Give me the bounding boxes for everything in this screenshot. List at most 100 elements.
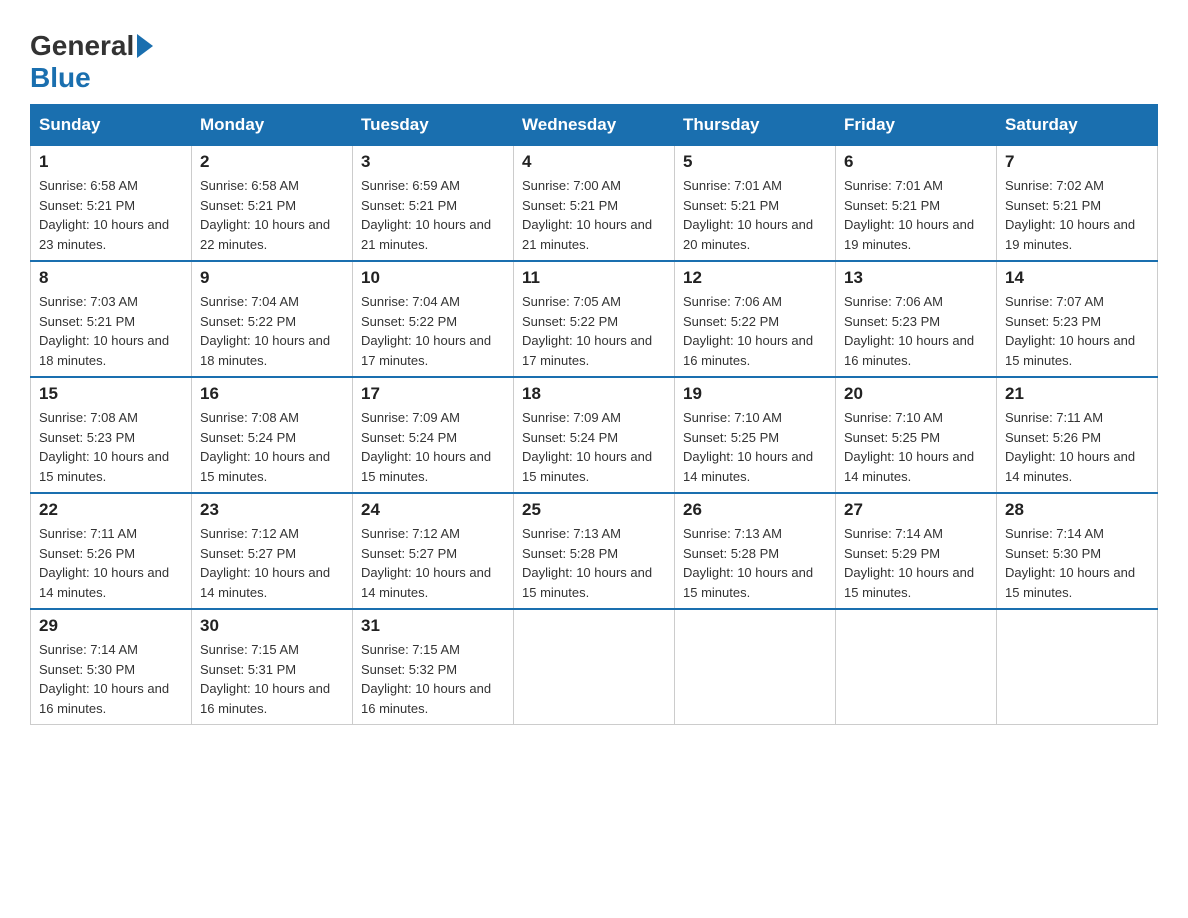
day-info: Sunrise: 7:02 AMSunset: 5:21 PMDaylight:… xyxy=(1005,176,1149,254)
logo-arrow-icon xyxy=(137,34,153,58)
day-info: Sunrise: 7:14 AMSunset: 5:29 PMDaylight:… xyxy=(844,524,988,602)
calendar-week-4: 22 Sunrise: 7:11 AMSunset: 5:26 PMDayligh… xyxy=(31,493,1158,609)
calendar-cell: 5 Sunrise: 7:01 AMSunset: 5:21 PMDaylight… xyxy=(675,146,836,262)
calendar-cell: 16 Sunrise: 7:08 AMSunset: 5:24 PMDayligh… xyxy=(192,377,353,493)
day-number: 29 xyxy=(39,616,183,636)
calendar-cell: 9 Sunrise: 7:04 AMSunset: 5:22 PMDaylight… xyxy=(192,261,353,377)
day-number: 13 xyxy=(844,268,988,288)
header-wednesday: Wednesday xyxy=(514,105,675,146)
day-number: 20 xyxy=(844,384,988,404)
day-info: Sunrise: 7:13 AMSunset: 5:28 PMDaylight:… xyxy=(522,524,666,602)
day-info: Sunrise: 7:09 AMSunset: 5:24 PMDaylight:… xyxy=(522,408,666,486)
calendar-cell: 28 Sunrise: 7:14 AMSunset: 5:30 PMDayligh… xyxy=(997,493,1158,609)
header-thursday: Thursday xyxy=(675,105,836,146)
day-info: Sunrise: 6:58 AMSunset: 5:21 PMDaylight:… xyxy=(200,176,344,254)
day-info: Sunrise: 7:08 AMSunset: 5:23 PMDaylight:… xyxy=(39,408,183,486)
day-number: 11 xyxy=(522,268,666,288)
day-number: 8 xyxy=(39,268,183,288)
day-number: 15 xyxy=(39,384,183,404)
day-number: 23 xyxy=(200,500,344,520)
calendar-cell xyxy=(514,609,675,725)
day-number: 4 xyxy=(522,152,666,172)
day-number: 28 xyxy=(1005,500,1149,520)
calendar-cell: 25 Sunrise: 7:13 AMSunset: 5:28 PMDayligh… xyxy=(514,493,675,609)
day-info: Sunrise: 7:13 AMSunset: 5:28 PMDaylight:… xyxy=(683,524,827,602)
calendar-cell: 6Sunrise: 7:01 AMSunset: 5:21 PMDaylight… xyxy=(836,146,997,262)
day-number: 9 xyxy=(200,268,344,288)
page-header: General Blue xyxy=(30,20,1158,94)
calendar-cell: 17 Sunrise: 7:09 AMSunset: 5:24 PMDayligh… xyxy=(353,377,514,493)
header-sunday: Sunday xyxy=(31,105,192,146)
day-info: Sunrise: 7:06 AMSunset: 5:22 PMDaylight:… xyxy=(683,292,827,370)
day-info: Sunrise: 7:12 AMSunset: 5:27 PMDaylight:… xyxy=(361,524,505,602)
calendar-cell: 14 Sunrise: 7:07 AMSunset: 5:23 PMDayligh… xyxy=(997,261,1158,377)
day-info: Sunrise: 7:05 AMSunset: 5:22 PMDaylight:… xyxy=(522,292,666,370)
calendar-cell: 12 Sunrise: 7:06 AMSunset: 5:22 PMDayligh… xyxy=(675,261,836,377)
day-number: 17 xyxy=(361,384,505,404)
calendar-cell: 24 Sunrise: 7:12 AMSunset: 5:27 PMDayligh… xyxy=(353,493,514,609)
day-info: Sunrise: 7:04 AMSunset: 5:22 PMDaylight:… xyxy=(200,292,344,370)
day-number: 25 xyxy=(522,500,666,520)
calendar-week-2: 8Sunrise: 7:03 AMSunset: 5:21 PMDaylight… xyxy=(31,261,1158,377)
logo-general: General xyxy=(30,30,134,62)
day-number: 24 xyxy=(361,500,505,520)
day-info: Sunrise: 7:15 AMSunset: 5:31 PMDaylight:… xyxy=(200,640,344,718)
calendar-cell: 21 Sunrise: 7:11 AMSunset: 5:26 PMDayligh… xyxy=(997,377,1158,493)
day-info: Sunrise: 7:07 AMSunset: 5:23 PMDaylight:… xyxy=(1005,292,1149,370)
day-info: Sunrise: 6:59 AMSunset: 5:21 PMDaylight:… xyxy=(361,176,505,254)
day-info: Sunrise: 7:09 AMSunset: 5:24 PMDaylight:… xyxy=(361,408,505,486)
calendar-cell: 4Sunrise: 7:00 AMSunset: 5:21 PMDaylight… xyxy=(514,146,675,262)
day-number: 1 xyxy=(39,152,183,172)
calendar-week-3: 15 Sunrise: 7:08 AMSunset: 5:23 PMDayligh… xyxy=(31,377,1158,493)
day-number: 7 xyxy=(1005,152,1149,172)
day-number: 16 xyxy=(200,384,344,404)
header-tuesday: Tuesday xyxy=(353,105,514,146)
header-saturday: Saturday xyxy=(997,105,1158,146)
calendar-cell: 27 Sunrise: 7:14 AMSunset: 5:29 PMDayligh… xyxy=(836,493,997,609)
calendar-cell: 3 Sunrise: 6:59 AMSunset: 5:21 PMDaylight… xyxy=(353,146,514,262)
calendar-table: SundayMondayTuesdayWednesdayThursdayFrid… xyxy=(30,104,1158,725)
calendar-cell: 31 Sunrise: 7:15 AMSunset: 5:32 PMDayligh… xyxy=(353,609,514,725)
day-info: Sunrise: 7:01 AMSunset: 5:21 PMDaylight:… xyxy=(683,176,827,254)
calendar-cell: 8Sunrise: 7:03 AMSunset: 5:21 PMDaylight… xyxy=(31,261,192,377)
header-friday: Friday xyxy=(836,105,997,146)
day-number: 5 xyxy=(683,152,827,172)
calendar-cell: 29 Sunrise: 7:14 AMSunset: 5:30 PMDayligh… xyxy=(31,609,192,725)
day-info: Sunrise: 7:10 AMSunset: 5:25 PMDaylight:… xyxy=(844,408,988,486)
day-number: 30 xyxy=(200,616,344,636)
day-info: Sunrise: 7:11 AMSunset: 5:26 PMDaylight:… xyxy=(39,524,183,602)
calendar-week-5: 29 Sunrise: 7:14 AMSunset: 5:30 PMDayligh… xyxy=(31,609,1158,725)
day-number: 10 xyxy=(361,268,505,288)
day-info: Sunrise: 7:14 AMSunset: 5:30 PMDaylight:… xyxy=(39,640,183,718)
calendar-cell: 11 Sunrise: 7:05 AMSunset: 5:22 PMDayligh… xyxy=(514,261,675,377)
calendar-cell: 18Sunrise: 7:09 AMSunset: 5:24 PMDayligh… xyxy=(514,377,675,493)
calendar-cell: 10 Sunrise: 7:04 AMSunset: 5:22 PMDayligh… xyxy=(353,261,514,377)
calendar-cell: 19Sunrise: 7:10 AMSunset: 5:25 PMDayligh… xyxy=(675,377,836,493)
header-monday: Monday xyxy=(192,105,353,146)
day-number: 14 xyxy=(1005,268,1149,288)
calendar-week-1: 1 Sunrise: 6:58 AMSunset: 5:21 PMDaylight… xyxy=(31,146,1158,262)
calendar-cell: 2 Sunrise: 6:58 AMSunset: 5:21 PMDaylight… xyxy=(192,146,353,262)
calendar-cell: 22 Sunrise: 7:11 AMSunset: 5:26 PMDayligh… xyxy=(31,493,192,609)
calendar-cell: 20 Sunrise: 7:10 AMSunset: 5:25 PMDayligh… xyxy=(836,377,997,493)
day-info: Sunrise: 7:04 AMSunset: 5:22 PMDaylight:… xyxy=(361,292,505,370)
day-info: Sunrise: 7:11 AMSunset: 5:26 PMDaylight:… xyxy=(1005,408,1149,486)
day-info: Sunrise: 7:12 AMSunset: 5:27 PMDaylight:… xyxy=(200,524,344,602)
day-number: 21 xyxy=(1005,384,1149,404)
day-info: Sunrise: 7:06 AMSunset: 5:23 PMDaylight:… xyxy=(844,292,988,370)
day-number: 3 xyxy=(361,152,505,172)
logo-container: General Blue xyxy=(30,30,153,94)
calendar-cell: 23 Sunrise: 7:12 AMSunset: 5:27 PMDayligh… xyxy=(192,493,353,609)
day-number: 12 xyxy=(683,268,827,288)
day-number: 27 xyxy=(844,500,988,520)
day-info: Sunrise: 7:14 AMSunset: 5:30 PMDaylight:… xyxy=(1005,524,1149,602)
day-info: Sunrise: 7:15 AMSunset: 5:32 PMDaylight:… xyxy=(361,640,505,718)
day-number: 31 xyxy=(361,616,505,636)
day-number: 22 xyxy=(39,500,183,520)
calendar-cell xyxy=(836,609,997,725)
day-info: Sunrise: 7:08 AMSunset: 5:24 PMDaylight:… xyxy=(200,408,344,486)
day-number: 2 xyxy=(200,152,344,172)
calendar-cell xyxy=(675,609,836,725)
calendar-cell: 13 Sunrise: 7:06 AMSunset: 5:23 PMDayligh… xyxy=(836,261,997,377)
day-number: 26 xyxy=(683,500,827,520)
